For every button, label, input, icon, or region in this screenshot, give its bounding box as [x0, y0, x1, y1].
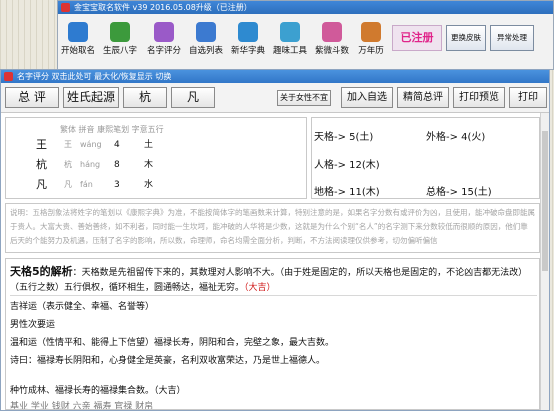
toolbar-start-naming[interactable]: 开始取名: [60, 20, 96, 66]
toolbar-dictionary[interactable]: 新华字典: [228, 20, 268, 66]
char-hang-button[interactable]: 杭: [123, 87, 167, 108]
overall-review-button[interactable]: 总 评: [5, 87, 59, 108]
app-icon: [61, 3, 70, 12]
error-handling-button[interactable]: 异常处理: [490, 25, 534, 51]
note-panel: 说明：五格剖象法将姓字的笔划以《康熙字典》为准，不能按简体字的笔画数来计算，特别…: [5, 203, 540, 253]
analysis-line: 种竹成林、福禄长寿的福禄集合数。（大吉）: [10, 386, 186, 396]
char-strokes: 8: [114, 160, 120, 170]
calendar-icon: [361, 22, 381, 42]
toolbar-label: 万年历: [358, 46, 384, 56]
char-pinyin: fán: [80, 180, 93, 189]
analysis-heading: 天格5的解析: [10, 265, 73, 278]
analysis-sub: （五行之数）五行俱权，循环相生，圆通畅达，福祉无穷。: [10, 283, 245, 293]
surname-origin-button[interactable]: 姓氏起源: [63, 87, 119, 108]
divider: [10, 295, 537, 296]
analysis-sub-line: （五行之数）五行俱权，循环相生，圆通畅达，福祉无穷。（大吉）: [10, 282, 276, 294]
char-element: 水: [144, 180, 154, 190]
analysis-panel: 天格5的解析：天格数是先祖留传下来的，其数理对人影响不大。（由于姓是固定的，所以…: [5, 258, 540, 410]
astrology-icon: [322, 22, 342, 42]
char-pinyin: wáng: [80, 140, 102, 149]
char-row: 凡 凡 fán 3 水: [36, 178, 206, 192]
char-element: 土: [144, 140, 154, 150]
registered-badge: 已注册: [392, 25, 442, 51]
dictionary-icon: [238, 22, 258, 42]
ren-grid: 人格-> 12(木): [314, 160, 380, 171]
toolbar-fun-tools[interactable]: 趣味工具: [270, 20, 310, 66]
change-skin-button[interactable]: 更换皮肤: [446, 25, 486, 51]
char-pinyin: háng: [80, 160, 101, 169]
analysis-line: 吉祥运（表示健全、幸福、名誉等）: [10, 302, 155, 312]
concise-review-button[interactable]: 精简总评: [397, 87, 449, 108]
char-simplified: 王: [36, 138, 47, 151]
five-grid-panel: 天格-> 5(土) 人格-> 12(木) 地格-> 11(木) 外格-> 4(火…: [311, 117, 540, 199]
note-text: 说明：五格剖象法将姓字的笔划以《康熙字典》为准，不能按简体字的笔画数来计算，特别…: [10, 208, 535, 245]
wai-grid: 外格-> 4(火): [426, 132, 486, 143]
char-traditional: 杭: [64, 160, 72, 169]
start-icon: [68, 22, 88, 42]
zodiac-icon: [110, 22, 130, 42]
main-window-title-text: 金宝宝取名软件 v39 2016.05.08升级（已注册）: [74, 3, 252, 12]
char-strokes: 3: [114, 180, 120, 190]
char-traditional: 王: [64, 140, 72, 149]
name-score-title[interactable]: 名字评分 双击此处可 最大化/恢复显示 切换: [1, 70, 549, 83]
char-traditional: 凡: [64, 180, 72, 189]
app-icon: [4, 72, 13, 81]
tools-icon: [280, 22, 300, 42]
name-score-window: 名字评分 双击此处可 最大化/恢复显示 切换 总 评 姓氏起源 杭 凡 关于女性…: [0, 69, 550, 411]
toolbar-label: 名字评分: [146, 46, 181, 56]
toolbar-label: 自选列表: [188, 46, 223, 56]
di-grid: 地格-> 11(木): [314, 187, 380, 198]
toolbar-label: 生辰八字: [102, 46, 137, 56]
toolbar-calendar[interactable]: 万年历: [354, 20, 388, 66]
analysis-heading-rest: ：天格数是先祖留传下来的，其数理对人影响不大。（由于姓是固定的，所以天格也是固定…: [72, 268, 528, 278]
print-button[interactable]: 打印: [509, 87, 547, 108]
toolbar-name-score[interactable]: 名字评分: [144, 20, 184, 66]
main-window: 金宝宝取名软件 v39 2016.05.08升级（已注册） 开始取名 生辰八字 …: [57, 0, 554, 70]
analysis-line: 诗曰：福禄寿长阴阳和，心身健全是英豪，名利双收富荣达，乃是世上福德人。: [10, 356, 326, 366]
character-table: 繁体 拼音 康熙笔划 字意五行 王 王 wáng 4 土 杭 杭 háng 8 …: [5, 117, 307, 199]
tian-grid: 天格-> 5(土): [314, 132, 374, 143]
list-icon: [196, 22, 216, 42]
add-favorite-button[interactable]: 加入自选: [341, 87, 393, 108]
print-preview-button[interactable]: 打印预览: [453, 87, 505, 108]
char-row: 杭 杭 háng 8 木: [36, 158, 206, 172]
scrollbar-thumb[interactable]: [542, 131, 548, 271]
toolbar-label: 趣味工具: [272, 46, 307, 56]
score-icon: [154, 22, 174, 42]
female-unsuitable-button[interactable]: 关于女性不宜: [277, 90, 331, 106]
char-simplified: 凡: [36, 178, 47, 191]
toolbar-label: 紫微斗数: [314, 46, 349, 56]
toolbar-astrology[interactable]: 紫微斗数: [312, 20, 352, 66]
analysis-line: 基业 学业 钱财 六亲 福寿 官禄 财帛: [10, 402, 154, 410]
analysis-sub-tag: （大吉）: [244, 283, 276, 293]
toolbar-label: 开始取名: [60, 46, 95, 56]
analysis-line: 温和运（性情平和、能得上下信望）福禄长寿，阴阳和合，完壁之象，最大吉数。: [10, 338, 335, 348]
char-simplified: 杭: [36, 158, 47, 171]
vertical-scrollbar[interactable]: [540, 113, 549, 410]
char-fan-button[interactable]: 凡: [171, 87, 215, 108]
score-button-bar: 总 评 姓氏起源 杭 凡 关于女性不宜 加入自选 精简总评 打印预览 打印: [1, 83, 549, 113]
main-window-title: 金宝宝取名软件 v39 2016.05.08升级（已注册）: [58, 1, 553, 14]
char-element: 木: [144, 160, 154, 170]
toolbar-label: 新华字典: [230, 46, 265, 56]
char-row: 王 王 wáng 4 土: [36, 138, 206, 152]
main-toolbar: 开始取名 生辰八字 名字评分 自选列表 新华字典 趣味工具 紫微斗数 万年历 已…: [58, 18, 553, 70]
name-score-title-text: 名字评分 双击此处可 最大化/恢复显示 切换: [17, 72, 172, 81]
char-table-header: 繁体 拼音 康熙笔划 字意五行: [60, 125, 164, 134]
analysis-heading-line: 天格5的解析：天格数是先祖留传下来的，其数理对人影响不大。（由于姓是固定的，所以…: [10, 263, 527, 279]
toolbar-birth-chart[interactable]: 生辰八字: [100, 20, 140, 66]
analysis-line: 男性次要运: [10, 320, 56, 330]
toolbar-favorites[interactable]: 自选列表: [186, 20, 226, 66]
zong-grid: 总格-> 15(土): [426, 187, 492, 198]
char-strokes: 4: [114, 140, 120, 150]
